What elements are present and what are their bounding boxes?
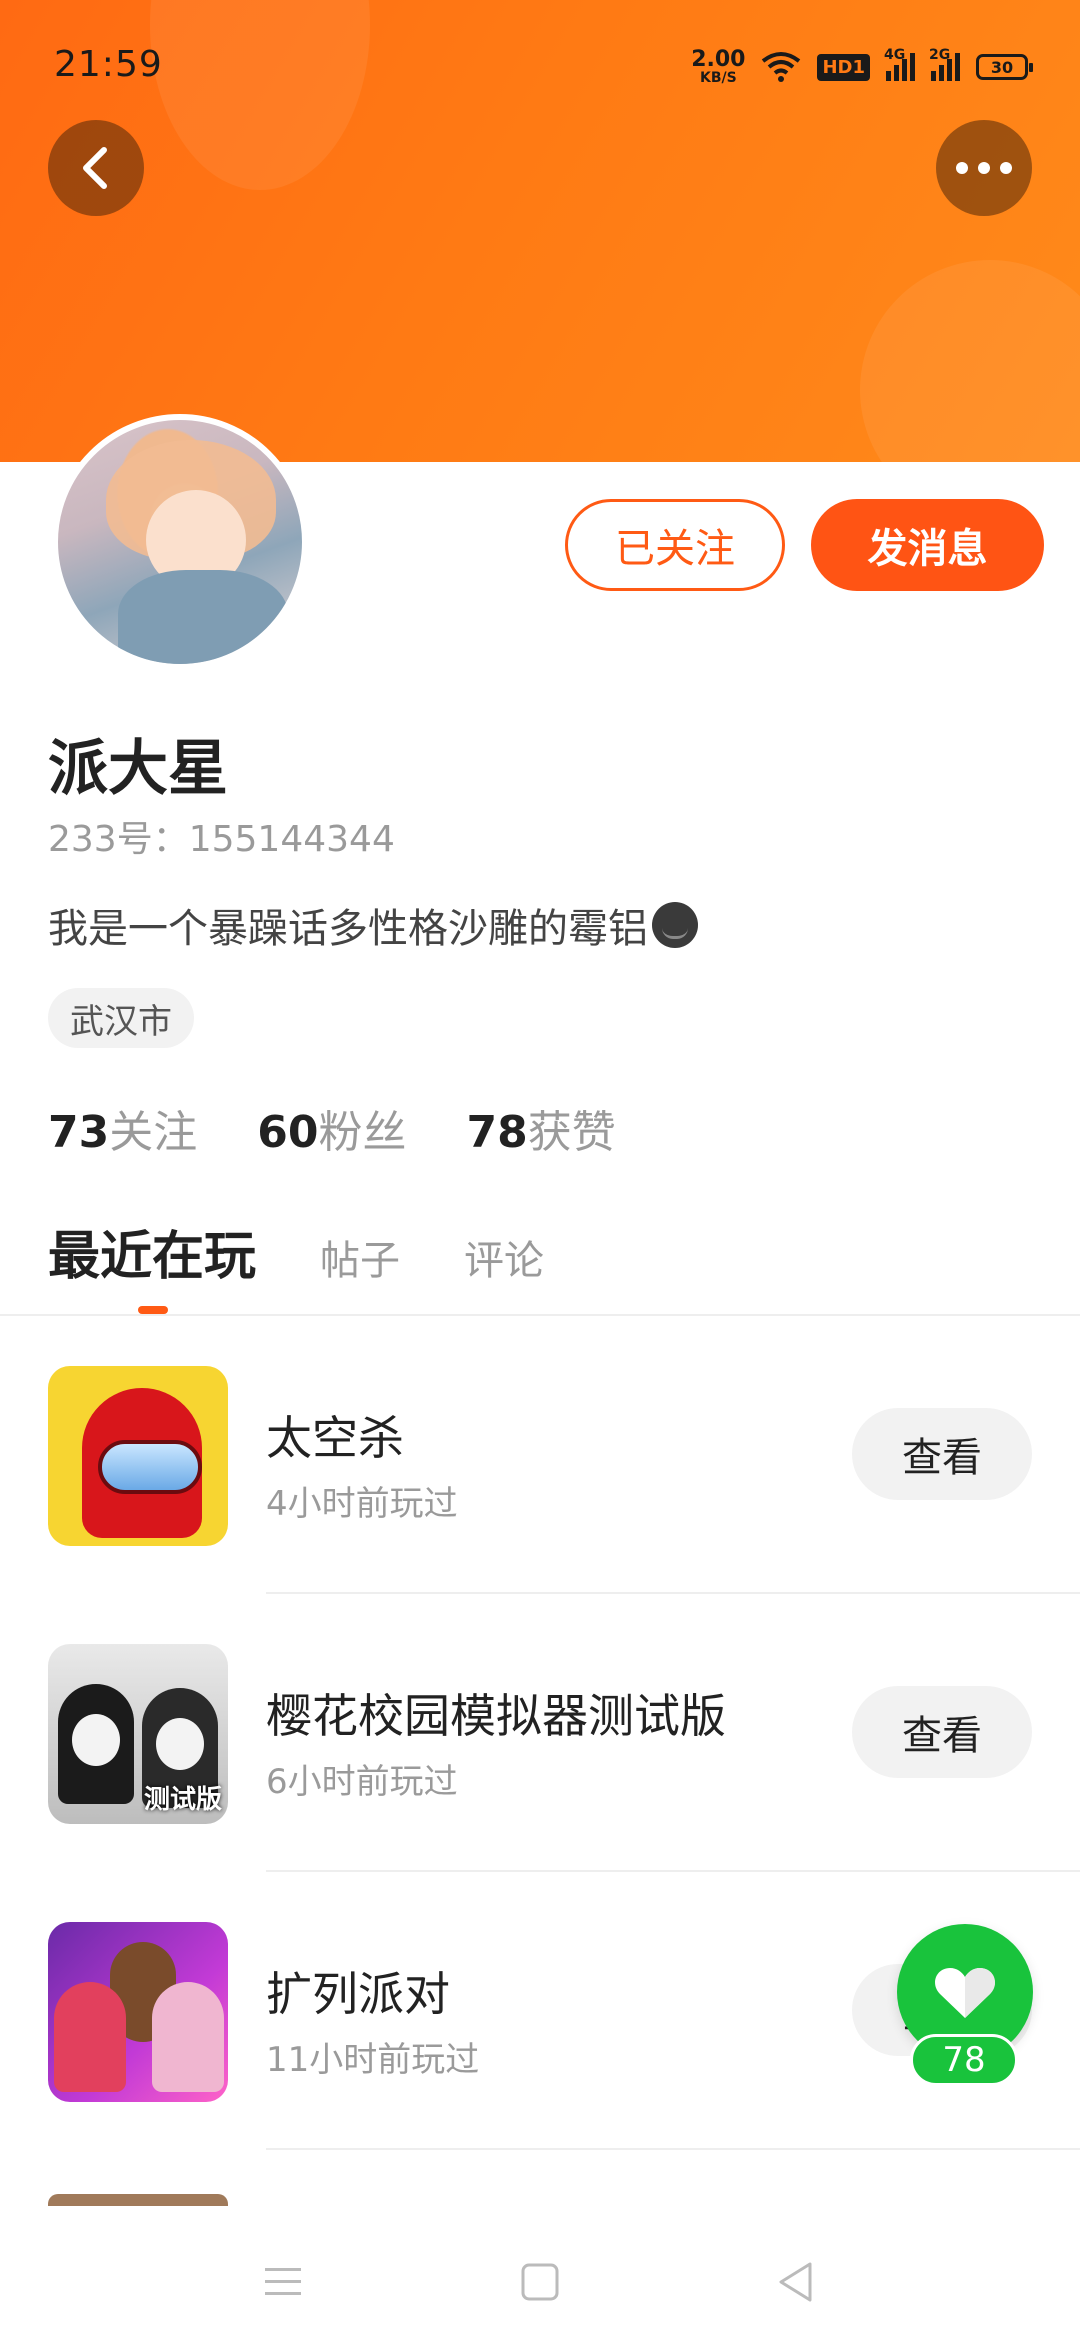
triangle-back-icon	[779, 2262, 812, 2302]
back-button[interactable]	[48, 120, 144, 216]
send-message-button[interactable]: 发消息	[811, 499, 1044, 591]
wifi-icon	[762, 52, 801, 82]
location-badge: 武汉市	[48, 988, 194, 1048]
menu-icon	[265, 2268, 301, 2295]
stat-fans-count: 60	[257, 1107, 319, 1158]
avatar[interactable]	[52, 414, 308, 670]
menu-button[interactable]	[243, 2242, 323, 2322]
game-played-time: 6小时前玩过	[266, 1762, 458, 1802]
stat-likes-label: 获赞	[527, 1107, 616, 1158]
heart-icon	[935, 1968, 995, 2018]
stat-likes-count: 78	[466, 1107, 528, 1158]
divider	[266, 2148, 1080, 2150]
tab-comments[interactable]: 评论	[464, 1228, 544, 1286]
chevron-left-icon	[83, 147, 107, 189]
status-icons: 2.00 KB/S HD1 4G 2G 30	[691, 44, 1033, 90]
user-name: 派大星	[48, 734, 228, 804]
battery-level: 30	[990, 57, 1014, 77]
home-button[interactable]	[500, 2242, 580, 2322]
smirk-emoji-icon	[652, 902, 698, 948]
stat-fans-label: 粉丝	[318, 1107, 407, 1158]
battery-icon: 30	[976, 54, 1033, 80]
signal-4g-icon: 4G	[884, 47, 915, 81]
user-bio-text: 我是一个暴躁话多性格沙雕的霉铝	[48, 906, 648, 952]
like-count-badge: 78	[910, 2034, 1018, 2086]
more-horizontal-icon	[956, 162, 1012, 174]
list-item[interactable]: 太空杀 4小时前玩过 查看	[0, 1316, 1080, 1594]
followed-button[interactable]: 已关注	[565, 499, 785, 591]
stat-following[interactable]: 73关注	[48, 1096, 197, 1160]
status-bar: 21:59 2.00 KB/S HD1 4G 2G 30	[0, 0, 1080, 130]
game-played-time: 4小时前玩过	[266, 1484, 458, 1524]
stats-row: 73关注 60粉丝 78获赞	[48, 1096, 616, 1160]
game-icon: 测试版	[48, 1644, 228, 1824]
signal-2g-icon: 2G	[929, 47, 960, 81]
stat-following-label: 关注	[109, 1107, 198, 1158]
game-title: 扩列派对	[266, 1967, 450, 2021]
game-played-time: 11小时前玩过	[266, 2040, 480, 2080]
system-back-button[interactable]	[755, 2242, 835, 2322]
stat-following-count: 73	[48, 1107, 110, 1158]
hd-voice-icon: HD1	[817, 53, 870, 81]
signal-2g-label: 2G	[929, 47, 951, 63]
network-speed-unit: KB/S	[699, 70, 737, 86]
status-time: 21:59	[54, 44, 163, 85]
tab-bar: 最近在玩 帖子 评论	[48, 1214, 544, 1289]
square-home-icon	[521, 2263, 559, 2301]
game-title: 樱花校园模拟器测试版	[266, 1689, 726, 1743]
system-nav-bar	[0, 2220, 1080, 2340]
stat-fans[interactable]: 60粉丝	[257, 1096, 406, 1160]
game-icon	[48, 2194, 228, 2206]
game-icon-tag: 测试版	[143, 1785, 222, 1815]
user-id: 233号：155144344	[48, 819, 395, 860]
view-button[interactable]: 查看	[852, 1686, 1032, 1778]
stat-likes: 78获赞	[466, 1096, 615, 1160]
more-button[interactable]	[936, 120, 1032, 216]
signal-4g-label: 4G	[884, 47, 906, 63]
tab-posts[interactable]: 帖子	[320, 1228, 400, 1286]
list-item[interactable]: 测试版 樱花校园模拟器测试版 6小时前玩过 查看	[0, 1594, 1080, 1872]
view-button[interactable]: 查看	[852, 1408, 1032, 1500]
network-speed-value: 2.00	[691, 47, 746, 72]
banner-decoration	[860, 260, 1080, 462]
tab-recently-played[interactable]: 最近在玩	[48, 1214, 256, 1289]
network-speed: 2.00 KB/S	[691, 47, 746, 86]
user-bio: 我是一个暴躁话多性格沙雕的霉铝	[48, 896, 698, 954]
tab-indicator	[138, 1306, 168, 1314]
game-icon	[48, 1922, 228, 2102]
game-title: 太空杀	[266, 1411, 404, 1465]
game-icon	[48, 1366, 228, 1546]
